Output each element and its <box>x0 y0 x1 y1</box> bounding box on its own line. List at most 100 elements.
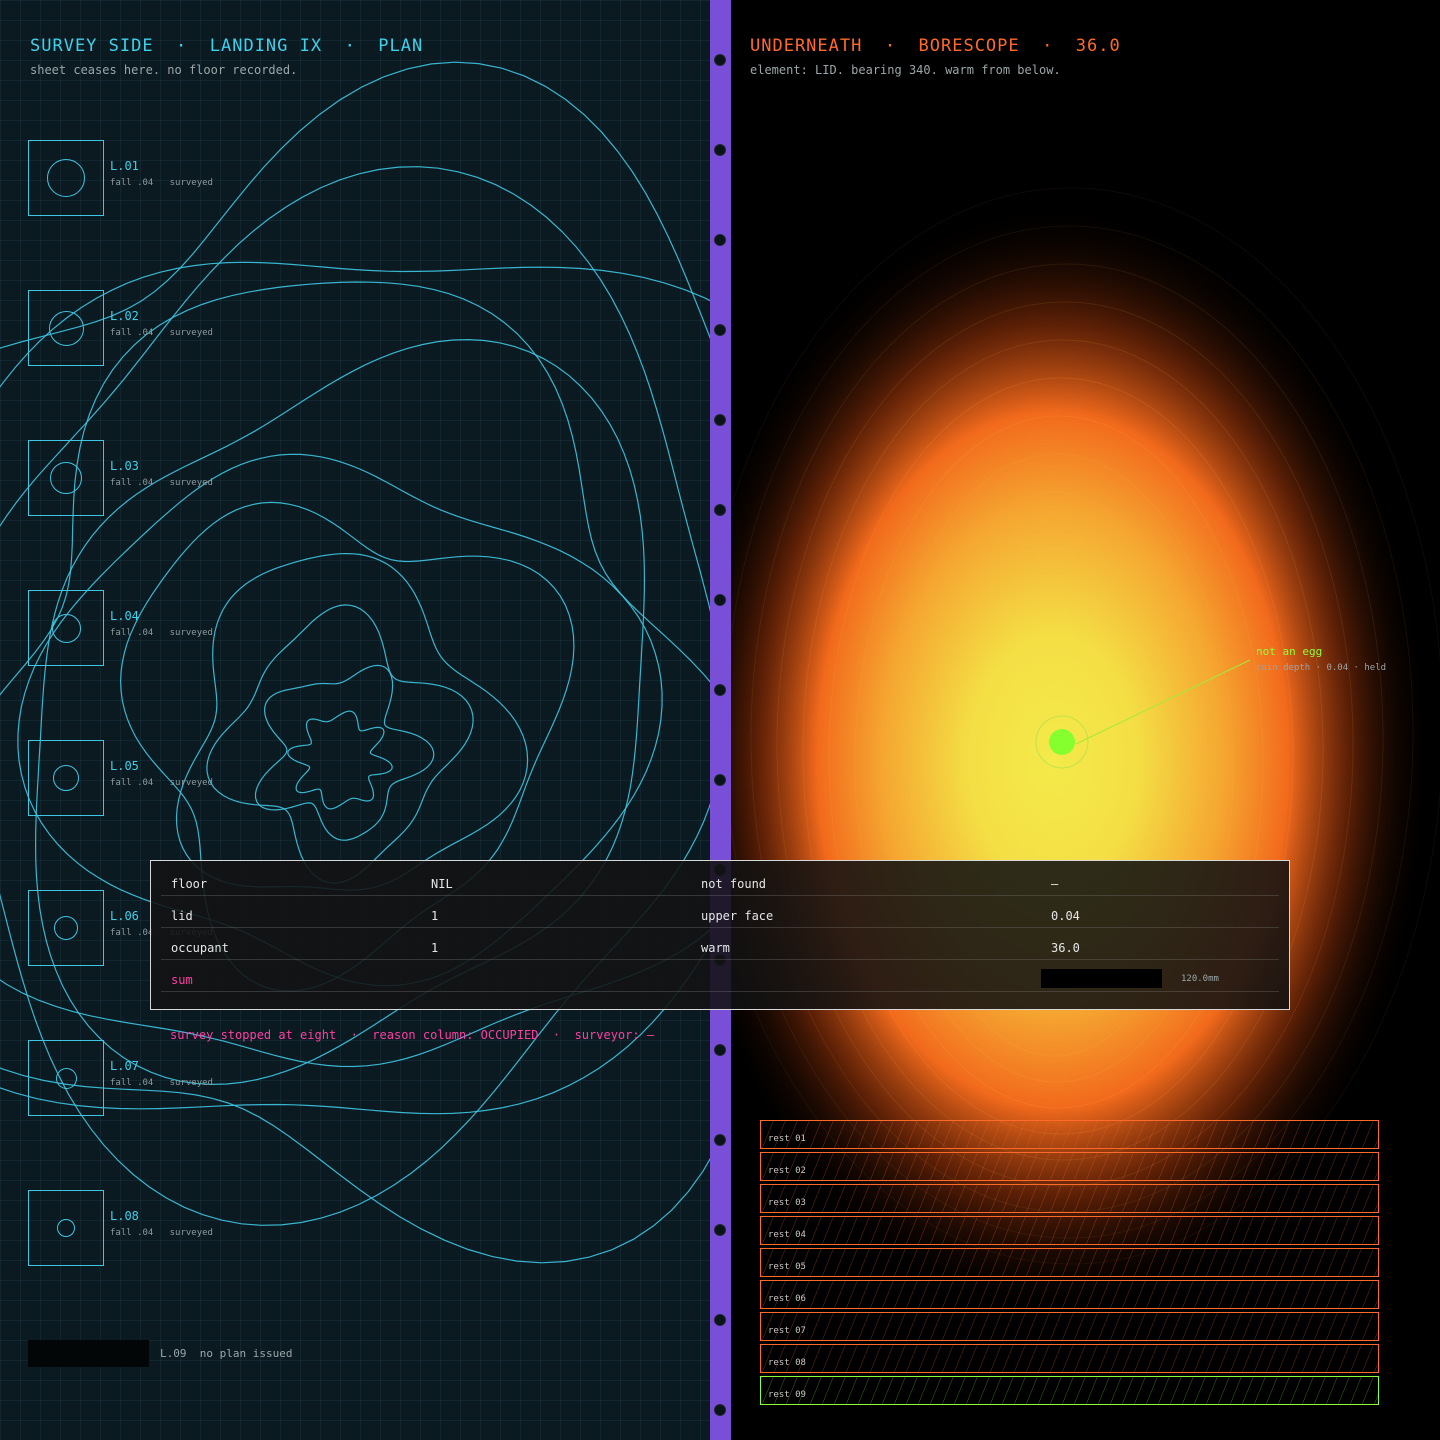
table-cell: not found <box>701 877 767 891</box>
survey-title: SURVEY SIDE · LANDING IX · PLAN <box>30 36 424 56</box>
landing-label: L.03 <box>110 459 139 473</box>
landing-well-icon <box>57 1219 75 1237</box>
grommet <box>714 144 726 156</box>
rest-03[interactable]: rest 03 <box>760 1184 1379 1213</box>
callout-label: not an egg <box>1256 645 1323 658</box>
rest-hatch <box>761 1121 1378 1148</box>
rest-label: rest 07 <box>768 1326 806 1336</box>
rest-hatch <box>761 1249 1378 1276</box>
borescope-panel: UNDERNEATH · BORESCOPE · 36.0 element: L… <box>731 0 1440 1440</box>
survey-side-panel: SURVEY SIDE · LANDING IX · PLAN sheet ce… <box>0 0 710 1440</box>
landing-well-icon <box>56 1068 77 1089</box>
rest-label: rest 01 <box>768 1134 806 1144</box>
rest-hatch <box>761 1313 1378 1340</box>
rest-hatch <box>761 1185 1378 1212</box>
rest-label: rest 09 <box>768 1390 806 1400</box>
landing-well-icon <box>47 159 85 197</box>
table-cell: warm <box>701 941 730 955</box>
grommet <box>714 234 726 246</box>
table-cell: 36.0 <box>1051 941 1080 955</box>
landing-label: L.04 <box>110 609 139 623</box>
rest-09[interactable]: rest 09 <box>760 1376 1379 1405</box>
landing-plan-box <box>28 1040 104 1116</box>
grommet <box>714 684 726 696</box>
landing-plan-box <box>28 890 104 966</box>
grommet <box>714 1404 726 1416</box>
l09-label: L.09 no plan issued <box>160 1347 293 1360</box>
landing-l03[interactable]: L.03 fall .04 surveyed <box>28 440 328 516</box>
rest-04[interactable]: rest 04 <box>760 1216 1379 1245</box>
landing-detail: fall .04 surveyed <box>110 1078 213 1088</box>
survey-subtitle: sheet ceases here. no floor recorded. <box>30 63 298 77</box>
landing-l01[interactable]: L.01 fall .04 surveyed <box>28 140 328 216</box>
landing-label: L.08 <box>110 1209 139 1223</box>
grommet <box>714 594 726 606</box>
landing-plan-box <box>28 740 104 816</box>
table-row-occupant: occupant 1 warm 36.0 <box>161 927 1279 960</box>
rest-label: rest 06 <box>768 1294 806 1304</box>
landing-plan-box <box>28 440 104 516</box>
rest-hatch <box>761 1217 1378 1244</box>
rest-05[interactable]: rest 05 <box>760 1248 1379 1277</box>
rest-label: rest 04 <box>768 1230 806 1240</box>
grommet <box>714 54 726 66</box>
table-cell: 0.04 <box>1051 909 1080 923</box>
landing-label: L.06 <box>110 909 139 923</box>
table-cell: — <box>1051 877 1059 891</box>
landing-detail: fall .04 surveyed <box>110 628 213 638</box>
landing-l04[interactable]: L.04 fall .04 surveyed <box>28 590 328 666</box>
table-cell: occupant <box>171 941 229 955</box>
landing-plan-box <box>28 140 104 216</box>
landing-well-icon <box>54 916 78 940</box>
borescope-title: UNDERNEATH · BORESCOPE · 36.0 <box>750 36 1121 56</box>
grommet <box>714 324 726 336</box>
landing-l08[interactable]: L.08 fall .04 surveyed <box>28 1190 328 1266</box>
grommet <box>714 1134 726 1146</box>
rest-label: rest 05 <box>768 1262 806 1272</box>
rest-08[interactable]: rest 08 <box>760 1344 1379 1373</box>
grommet <box>714 414 726 426</box>
table-row-floor: floor NIL not found — <box>161 863 1279 896</box>
landing-plan-box <box>28 590 104 666</box>
landing-well-icon <box>53 765 79 791</box>
grommet <box>714 1314 726 1326</box>
target-dot[interactable] <box>1049 729 1075 755</box>
rest-02[interactable]: rest 02 <box>760 1152 1379 1181</box>
landing-label: L.07 <box>110 1059 139 1073</box>
table-cell: NIL <box>431 877 453 891</box>
callout-detail: coin depth · 0.04 · held <box>1256 663 1387 673</box>
l09-redaction-bar <box>28 1340 149 1367</box>
summary-table: floor NIL not found — lid 1 upper face 0… <box>150 860 1290 1010</box>
table-cell: 1 <box>431 941 439 955</box>
landing-well-icon <box>49 311 84 346</box>
landing-plan-box <box>28 1190 104 1266</box>
table-cell: upper face <box>701 909 774 923</box>
landing-l02[interactable]: L.02 fall .04 surveyed <box>28 290 328 366</box>
landing-l07[interactable]: L.07 fall .04 surveyed <box>28 1040 328 1116</box>
grommet <box>714 1224 726 1236</box>
landing-detail: fall .04 surveyed <box>110 328 213 338</box>
table-cell: lid <box>171 909 193 923</box>
rest-label: rest 08 <box>768 1358 806 1368</box>
borescope-subtitle: element: LID. bearing 340. warm from bel… <box>750 63 1061 77</box>
table-row-lid: lid 1 upper face 0.04 <box>161 895 1279 928</box>
grommet <box>714 774 726 786</box>
rest-07[interactable]: rest 07 <box>760 1312 1379 1341</box>
landing-label: L.02 <box>110 309 139 323</box>
landing-detail: fall .04 surveyed <box>110 478 213 488</box>
rest-06[interactable]: rest 06 <box>760 1280 1379 1309</box>
landing-l05[interactable]: L.05 fall .04 surveyed <box>28 740 328 816</box>
rest-hatch <box>761 1281 1378 1308</box>
landing-label: L.01 <box>110 159 139 173</box>
rest-hatch <box>761 1153 1378 1180</box>
sum-redaction-bar <box>1041 969 1162 988</box>
landing-plan-box <box>28 290 104 366</box>
landing-detail: fall .04 surveyed <box>110 1228 213 1238</box>
rest-hatch <box>761 1345 1378 1372</box>
grommet <box>714 504 726 516</box>
rest-label: rest 03 <box>768 1198 806 1208</box>
landing-well-icon <box>52 614 81 643</box>
rest-01[interactable]: rest 01 <box>760 1120 1379 1149</box>
landing-label: L.05 <box>110 759 139 773</box>
landing-detail: fall .04 surveyed <box>110 178 213 188</box>
